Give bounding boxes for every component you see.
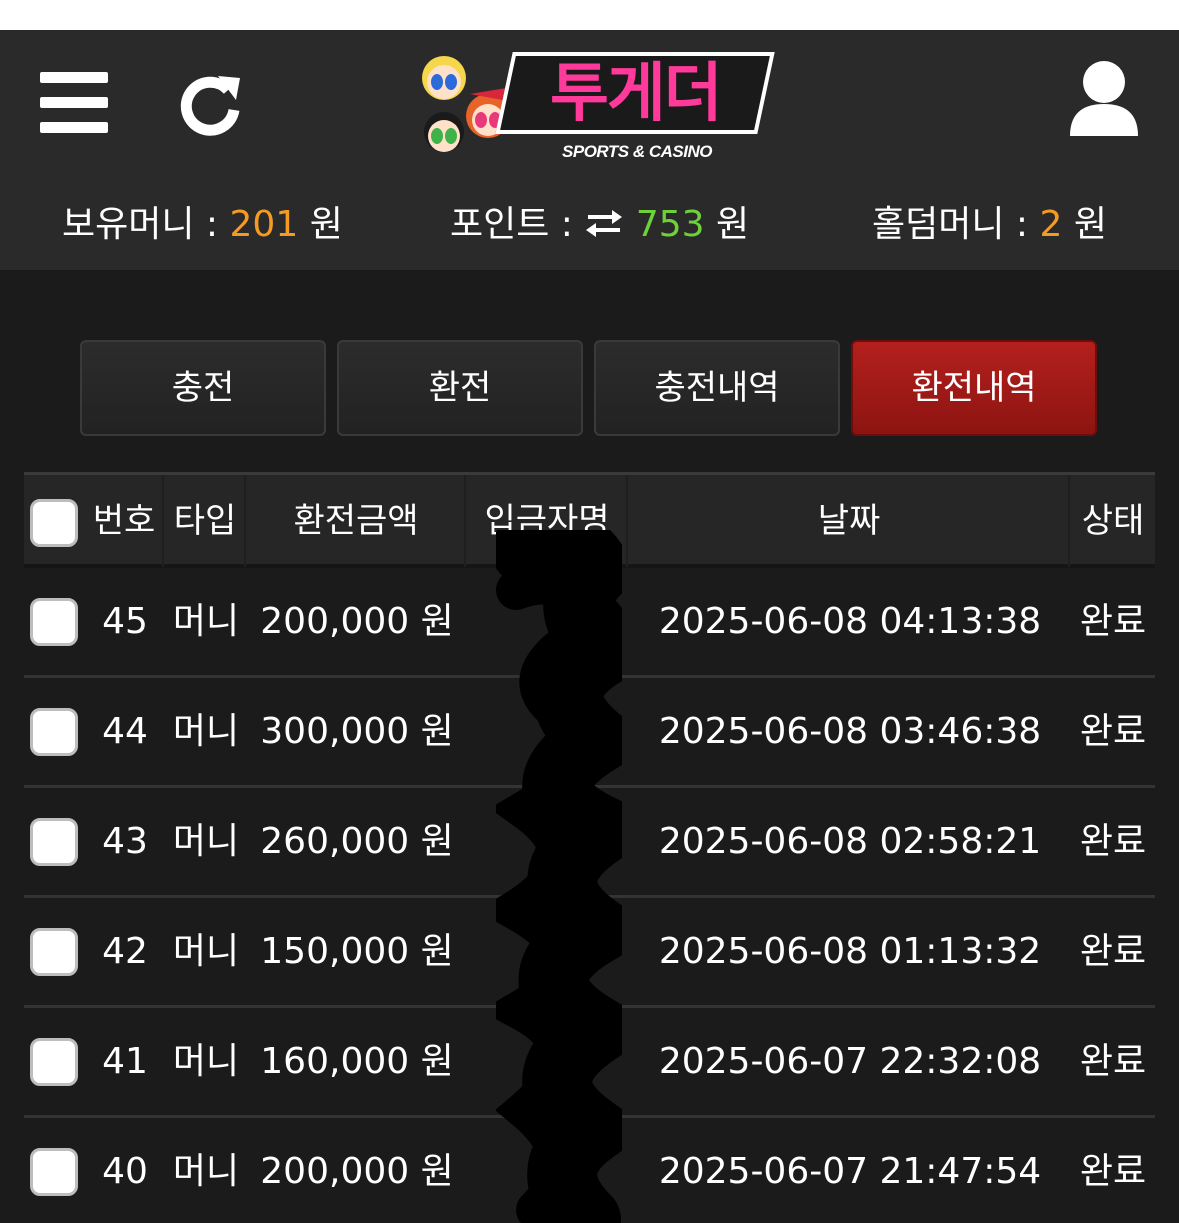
tab-charge-history[interactable]: 충전내역 <box>594 340 840 436</box>
exchange-history-table: 번호 타입 환전금액 입금자명 날짜 상태 45 머니 200,000 원 20… <box>24 472 1155 1223</box>
holdem-label: 홀덤머니 : <box>872 204 1029 245</box>
header-depositor: 입금자명 <box>468 475 628 567</box>
table-row: 41 머니 160,000 원 2025-06-07 22:32:08 완료 <box>24 1008 1155 1118</box>
row-number: 42 <box>102 931 148 972</box>
point-value: 753 <box>635 204 705 245</box>
tab-exchange-history[interactable]: 환전내역 <box>851 340 1097 436</box>
tab-exchange[interactable]: 환전 <box>337 340 583 436</box>
row-type: 머니 <box>172 1151 240 1192</box>
header-number: 번호 <box>86 475 164 567</box>
row-status: 완료 <box>1079 1041 1147 1082</box>
row-depositor <box>468 568 628 675</box>
logo-subtitle: SPORTS & CASINO <box>562 142 712 161</box>
table-row: 45 머니 200,000 원 2025-06-08 04:13:38 완료 <box>24 568 1155 678</box>
row-amount: 160,000 원 <box>260 1041 454 1082</box>
money-unit: 원 <box>309 204 343 245</box>
money-label: 보유머니 : <box>62 204 219 245</box>
header-status: 상태 <box>1081 501 1145 541</box>
row-status: 완료 <box>1079 1151 1147 1192</box>
row-status: 완료 <box>1079 711 1147 752</box>
row-checkbox[interactable] <box>30 818 78 866</box>
row-number: 43 <box>102 821 148 862</box>
row-type: 머니 <box>172 1041 240 1082</box>
row-date: 2025-06-08 03:46:38 <box>658 711 1042 752</box>
row-amount: 260,000 원 <box>260 821 454 862</box>
header-date: 날짜 <box>630 475 1070 567</box>
balance-bar: 보유머니 : 201 원 포인트 : 753 원 홀덤머니 : 2 원 <box>0 200 1179 250</box>
row-amount: 200,000 원 <box>260 601 454 642</box>
header-type: 타입 <box>166 475 246 567</box>
row-depositor <box>468 788 628 895</box>
row-checkbox[interactable] <box>30 598 78 646</box>
row-checkbox[interactable] <box>30 1148 78 1196</box>
row-date: 2025-06-08 02:58:21 <box>658 821 1042 862</box>
app-root: 투게더 SPORTS & CASINO 보유머니 : 201 원 포인트 : 7… <box>0 30 1179 1223</box>
row-number: 44 <box>102 711 148 752</box>
row-depositor <box>468 1008 628 1115</box>
row-depositor <box>468 898 628 1005</box>
row-type: 머니 <box>172 931 240 972</box>
tab-bar: 충전 환전 충전내역 환전내역 <box>80 340 1100 436</box>
row-amount: 150,000 원 <box>260 931 454 972</box>
row-depositor <box>468 1118 628 1223</box>
point-unit: 원 <box>716 204 750 245</box>
table-row: 43 머니 260,000 원 2025-06-08 02:58:21 완료 <box>24 788 1155 898</box>
row-checkbox[interactable] <box>30 708 78 756</box>
row-status: 완료 <box>1079 931 1147 972</box>
row-date: 2025-06-07 21:47:54 <box>658 1151 1042 1192</box>
row-amount: 300,000 원 <box>260 711 454 752</box>
tab-charge[interactable]: 충전 <box>80 340 326 436</box>
row-status: 완료 <box>1079 601 1147 642</box>
row-type: 머니 <box>172 601 240 642</box>
refresh-icon[interactable] <box>178 72 242 136</box>
select-all-checkbox[interactable] <box>30 499 78 547</box>
row-date: 2025-06-08 04:13:38 <box>658 601 1042 642</box>
holdem-value: 2 <box>1039 204 1063 245</box>
row-date: 2025-06-07 22:32:08 <box>658 1041 1042 1082</box>
money-value: 201 <box>229 204 299 245</box>
row-depositor <box>468 678 628 785</box>
holdem-balance: 홀덤머니 : 2 원 <box>872 200 1107 250</box>
row-type: 머니 <box>172 821 240 862</box>
row-amount: 200,000 원 <box>260 1151 454 1192</box>
row-type: 머니 <box>172 711 240 752</box>
user-icon[interactable] <box>1068 60 1140 136</box>
holdem-unit: 원 <box>1073 204 1107 245</box>
table-header: 번호 타입 환전금액 입금자명 날짜 상태 <box>24 472 1155 568</box>
table-row: 40 머니 200,000 원 2025-06-07 21:47:54 완료 <box>24 1118 1155 1223</box>
row-date: 2025-06-08 01:13:32 <box>658 931 1042 972</box>
row-number: 40 <box>102 1151 148 1192</box>
header-amount: 환전금액 <box>248 475 466 567</box>
site-logo[interactable]: 투게더 SPORTS & CASINO <box>410 48 775 166</box>
row-status: 완료 <box>1079 821 1147 862</box>
row-number: 45 <box>102 601 148 642</box>
point-label: 포인트 : <box>450 204 573 245</box>
swap-icon[interactable] <box>584 202 624 237</box>
row-checkbox[interactable] <box>30 928 78 976</box>
hamburger-menu-icon[interactable] <box>40 72 108 133</box>
table-row: 42 머니 150,000 원 2025-06-08 01:13:32 완료 <box>24 898 1155 1008</box>
table-row: 44 머니 300,000 원 2025-06-08 03:46:38 완료 <box>24 678 1155 788</box>
logo-title: 투게더 <box>495 52 775 134</box>
top-bar: 투게더 SPORTS & CASINO 보유머니 : 201 원 포인트 : 7… <box>0 30 1179 270</box>
row-checkbox[interactable] <box>30 1038 78 1086</box>
row-number: 41 <box>102 1041 148 1082</box>
money-balance: 보유머니 : 201 원 <box>62 200 343 250</box>
point-balance: 포인트 : 753 원 <box>450 200 749 250</box>
